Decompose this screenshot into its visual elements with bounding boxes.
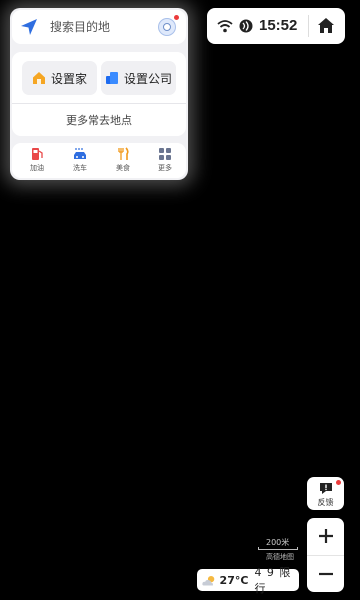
search-bar[interactable] xyxy=(12,10,186,44)
set-home-button[interactable]: 设置家 xyxy=(22,61,97,95)
service-more[interactable]: 更多 xyxy=(150,147,180,173)
service-label: 加油 xyxy=(30,164,44,172)
notification-dot xyxy=(174,15,179,20)
common-places-card: 设置家 设置公司 更多常去地点 xyxy=(12,52,186,136)
minus-icon xyxy=(318,572,333,576)
search-panel: 设置家 设置公司 更多常去地点 加油 洗车 xyxy=(10,8,188,180)
traffic-restriction: 4 9 限行 xyxy=(254,566,292,595)
divider xyxy=(12,103,186,104)
navigation-arrow-icon xyxy=(21,19,37,35)
service-label: 更多 xyxy=(158,164,172,172)
partly-cloudy-icon xyxy=(202,575,215,586)
set-company-button[interactable]: 设置公司 xyxy=(101,61,176,95)
user-icon xyxy=(163,23,171,31)
service-label: 美食 xyxy=(116,164,130,172)
feedback-icon xyxy=(320,483,332,494)
building-icon xyxy=(105,72,118,84)
service-gas[interactable]: 加油 xyxy=(22,147,52,173)
feedback-label: 反馈 xyxy=(317,498,334,507)
notification-dot xyxy=(336,480,341,485)
avatar[interactable] xyxy=(158,18,176,36)
home-button-icon[interactable] xyxy=(317,17,335,34)
services-bar: 加油 洗车 美食 更多 xyxy=(12,143,186,178)
plus-icon xyxy=(318,529,333,543)
service-food[interactable]: 美食 xyxy=(108,147,138,173)
map-attribution: 高德地图 xyxy=(266,553,294,561)
more-places-link[interactable]: 更多常去地点 xyxy=(12,112,186,128)
divider xyxy=(308,15,309,37)
weather-widget[interactable]: 27°C 4 9 限行 xyxy=(197,566,299,595)
set-company-label: 设置公司 xyxy=(123,71,172,86)
service-car-wash[interactable]: 洗车 xyxy=(65,147,95,173)
fork-knife-icon xyxy=(118,147,129,160)
zoom-out-button[interactable] xyxy=(307,556,344,592)
clock-time: 15:52 xyxy=(259,17,298,34)
wifi-icon xyxy=(217,20,233,33)
search-input[interactable] xyxy=(50,20,150,34)
set-home-label: 设置家 xyxy=(50,71,87,86)
status-bar: 15:52 xyxy=(207,8,345,44)
grid-icon xyxy=(159,148,171,160)
zoom-controls xyxy=(307,518,344,592)
home-icon xyxy=(32,72,45,84)
satellite-signal-icon xyxy=(239,19,253,33)
scale-bar xyxy=(258,547,298,550)
temperature: 27°C xyxy=(219,573,249,587)
car-wash-icon xyxy=(74,148,86,159)
zoom-in-button[interactable] xyxy=(307,518,344,554)
gas-station-icon xyxy=(32,148,43,160)
service-label: 洗车 xyxy=(73,164,87,172)
feedback-button[interactable]: 反馈 xyxy=(307,477,344,510)
